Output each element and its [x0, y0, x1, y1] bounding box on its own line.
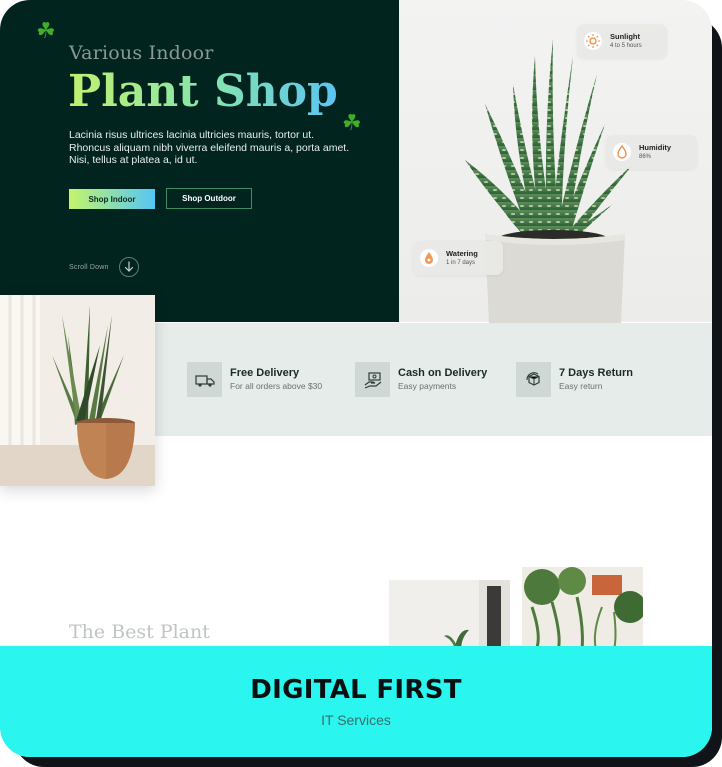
brand-name: DIGITAL FIRST — [250, 675, 462, 705]
care-value: 4 to 5 hours — [610, 43, 642, 49]
droplet-icon — [613, 143, 631, 161]
care-value: 1 in 7 days — [446, 260, 476, 266]
aloe-plant-image — [465, 39, 635, 324]
hero-description: Lacinia risus ultrices lacinia ultricies… — [69, 129, 350, 166]
care-card-humidity: Humidity 86% — [606, 135, 697, 169]
feature-subtitle: Easy payments — [398, 381, 457, 391]
scroll-down-label[interactable]: Scroll Down — [69, 264, 109, 271]
care-title: Sunlight — [610, 32, 640, 41]
sun-icon — [584, 32, 602, 50]
feature-title: Cash on Delivery — [398, 367, 488, 379]
cash-hand-icon — [355, 362, 390, 397]
clover-icon: ☘ — [36, 19, 56, 44]
plant-photo — [522, 567, 643, 650]
feature-subtitle: For all orders above $30 — [230, 381, 323, 391]
features-band — [155, 323, 712, 436]
care-card-watering: Watering 1 in 7 days — [413, 241, 503, 275]
hero-eyebrow: Various Indoor — [69, 42, 214, 64]
snake-plant-image — [0, 295, 155, 486]
website-preview-card: ☘ ☘ Various Indoor Plant Shop Lacinia ri… — [0, 0, 712, 757]
return-box-icon — [516, 362, 551, 397]
care-card-sunlight: Sunlight 4 to 5 hours — [577, 24, 667, 58]
feature-title: 7 Days Return — [559, 367, 633, 379]
care-value: 86% — [639, 154, 652, 160]
shop-outdoor-button[interactable]: Shop Outdoor — [166, 188, 252, 209]
plant-photo — [389, 580, 510, 650]
scroll-down-button[interactable] — [119, 257, 139, 277]
brand-subtitle: IT Services — [321, 712, 391, 728]
shop-indoor-button[interactable]: Shop Indoor — [69, 189, 155, 209]
watering-icon — [420, 249, 438, 267]
feature-subtitle: Easy return — [559, 381, 603, 391]
feature-title: Free Delivery — [230, 367, 300, 379]
care-title: Humidity — [639, 143, 672, 152]
section-title: The Best Plant — [69, 621, 210, 643]
delivery-truck-icon — [187, 362, 222, 397]
hero-title: Plant Shop — [68, 66, 338, 117]
arrow-down-icon — [124, 261, 134, 272]
care-title: Watering — [446, 249, 478, 258]
